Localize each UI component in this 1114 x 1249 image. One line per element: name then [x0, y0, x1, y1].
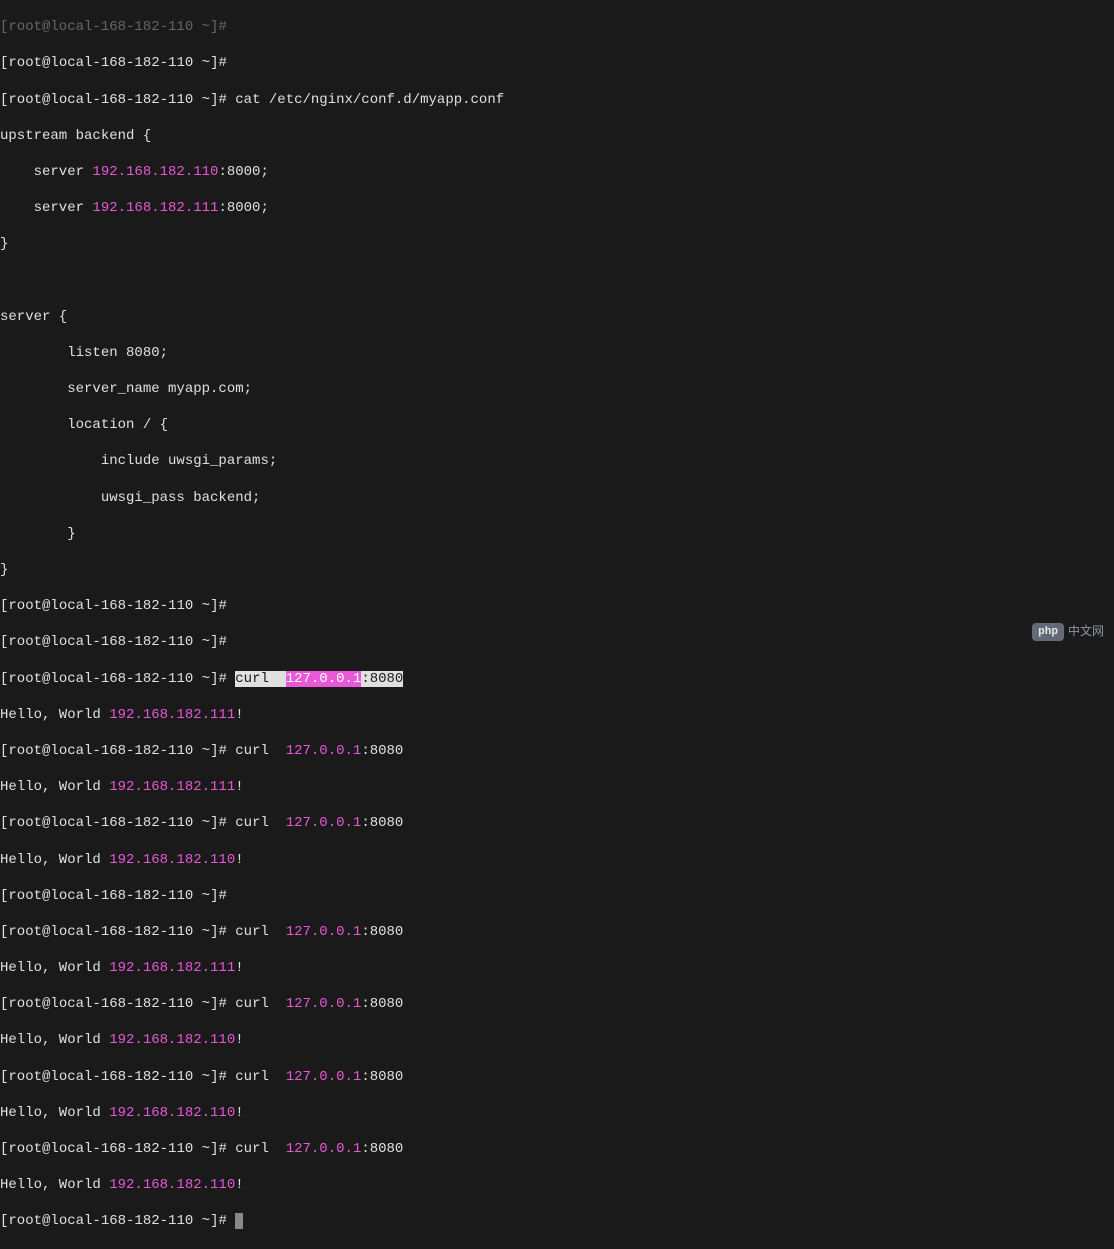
- curl-command: curl: [235, 1069, 269, 1085]
- curl-ip: 127.0.0.1: [286, 1141, 362, 1157]
- terminal-line: [root@local-168-182-110 ~]# curl 127.0.0…: [0, 995, 1114, 1013]
- curl-port: :8080: [361, 1141, 403, 1157]
- curl-ip: 127.0.0.1: [286, 924, 362, 940]
- response-ip: 192.168.182.111: [109, 779, 235, 795]
- curl-ip: 127.0.0.1: [286, 996, 362, 1012]
- curl-ip: 127.0.0.1: [286, 743, 362, 759]
- terminal-output[interactable]: [root@local-168-182-110 ~]# [root@local-…: [0, 0, 1114, 1249]
- curl-command: curl: [235, 924, 269, 940]
- response-line: Hello, World 192.168.182.111!: [0, 778, 1114, 796]
- terminal-line: [root@local-168-182-110 ~]# curl 127.0.0…: [0, 670, 1114, 688]
- config-line: server 192.168.182.111:8000;: [0, 199, 1114, 217]
- config-line: }: [0, 525, 1114, 543]
- terminal-line: [root@local-168-182-110 ~]#: [0, 54, 1114, 72]
- config-line: server 192.168.182.110:8000;: [0, 163, 1114, 181]
- curl-command: curl: [235, 743, 269, 759]
- curl-command: curl: [235, 815, 269, 831]
- config-line: location / {: [0, 416, 1114, 434]
- curl-port: :8080: [361, 924, 403, 940]
- response-ip: 192.168.182.110: [109, 1032, 235, 1048]
- response-line: Hello, World 192.168.182.110!: [0, 1031, 1114, 1049]
- config-line: [0, 272, 1114, 290]
- response-ip: 192.168.182.111: [109, 960, 235, 976]
- curl-ip: 127.0.0.1: [286, 815, 362, 831]
- config-line: include uwsgi_params;: [0, 452, 1114, 470]
- response-line: Hello, World 192.168.182.110!: [0, 851, 1114, 869]
- terminal-line: [root@local-168-182-110 ~]# cat /etc/ngi…: [0, 91, 1114, 109]
- response-line: Hello, World 192.168.182.110!: [0, 1176, 1114, 1194]
- php-logo-icon: php: [1032, 623, 1064, 641]
- terminal-line: [root@local-168-182-110 ~]#: [0, 887, 1114, 905]
- terminal-line: [root@local-168-182-110 ~]# curl 127.0.0…: [0, 1140, 1114, 1158]
- response-line: Hello, World 192.168.182.110!: [0, 1104, 1114, 1122]
- config-line: listen 8080;: [0, 344, 1114, 362]
- curl-port: :8080: [361, 743, 403, 759]
- config-line: }: [0, 561, 1114, 579]
- response-ip: 192.168.182.110: [109, 1177, 235, 1193]
- terminal-line: [root@local-168-182-110 ~]# curl 127.0.0…: [0, 742, 1114, 760]
- curl-command-highlighted: curl: [235, 671, 269, 687]
- config-line: server {: [0, 308, 1114, 326]
- upstream-ip: 192.168.182.110: [92, 164, 218, 180]
- terminal-line: [root@local-168-182-110 ~]#: [0, 18, 1114, 36]
- terminal-line: [root@local-168-182-110 ~]# curl 127.0.0…: [0, 923, 1114, 941]
- terminal-line: [root@local-168-182-110 ~]# curl 127.0.0…: [0, 814, 1114, 832]
- response-ip: 192.168.182.110: [109, 1105, 235, 1121]
- response-ip: 192.168.182.110: [109, 852, 235, 868]
- curl-ip-highlighted: 127.0.0.1: [286, 671, 362, 687]
- curl-port-highlighted: :8080: [361, 671, 403, 687]
- watermark-text: 中文网: [1068, 624, 1104, 640]
- curl-ip: 127.0.0.1: [286, 1069, 362, 1085]
- curl-port: :8080: [361, 996, 403, 1012]
- curl-port: :8080: [361, 1069, 403, 1085]
- response-line: Hello, World 192.168.182.111!: [0, 959, 1114, 977]
- curl-command: curl: [235, 1141, 269, 1157]
- response-line: Hello, World 192.168.182.111!: [0, 706, 1114, 724]
- response-ip: 192.168.182.111: [109, 707, 235, 723]
- cat-command: cat /etc/nginx/conf.d/myapp.conf: [235, 92, 504, 108]
- upstream-ip: 192.168.182.111: [92, 200, 218, 216]
- curl-command: curl: [235, 996, 269, 1012]
- curl-port: :8080: [361, 815, 403, 831]
- terminal-line: [root@local-168-182-110 ~]#: [0, 633, 1114, 651]
- watermark: php 中文网: [1032, 623, 1104, 641]
- terminal-line: [root@local-168-182-110 ~]#: [0, 1212, 1114, 1230]
- config-line: uwsgi_pass backend;: [0, 489, 1114, 507]
- cursor-icon: [235, 1213, 243, 1229]
- config-line: server_name myapp.com;: [0, 380, 1114, 398]
- truncated-line: [root@local-168-182-110 ~]#: [0, 19, 227, 35]
- terminal-line: [root@local-168-182-110 ~]#: [0, 597, 1114, 615]
- terminal-line: [root@local-168-182-110 ~]# curl 127.0.0…: [0, 1068, 1114, 1086]
- config-line: }: [0, 235, 1114, 253]
- config-line: upstream backend {: [0, 127, 1114, 145]
